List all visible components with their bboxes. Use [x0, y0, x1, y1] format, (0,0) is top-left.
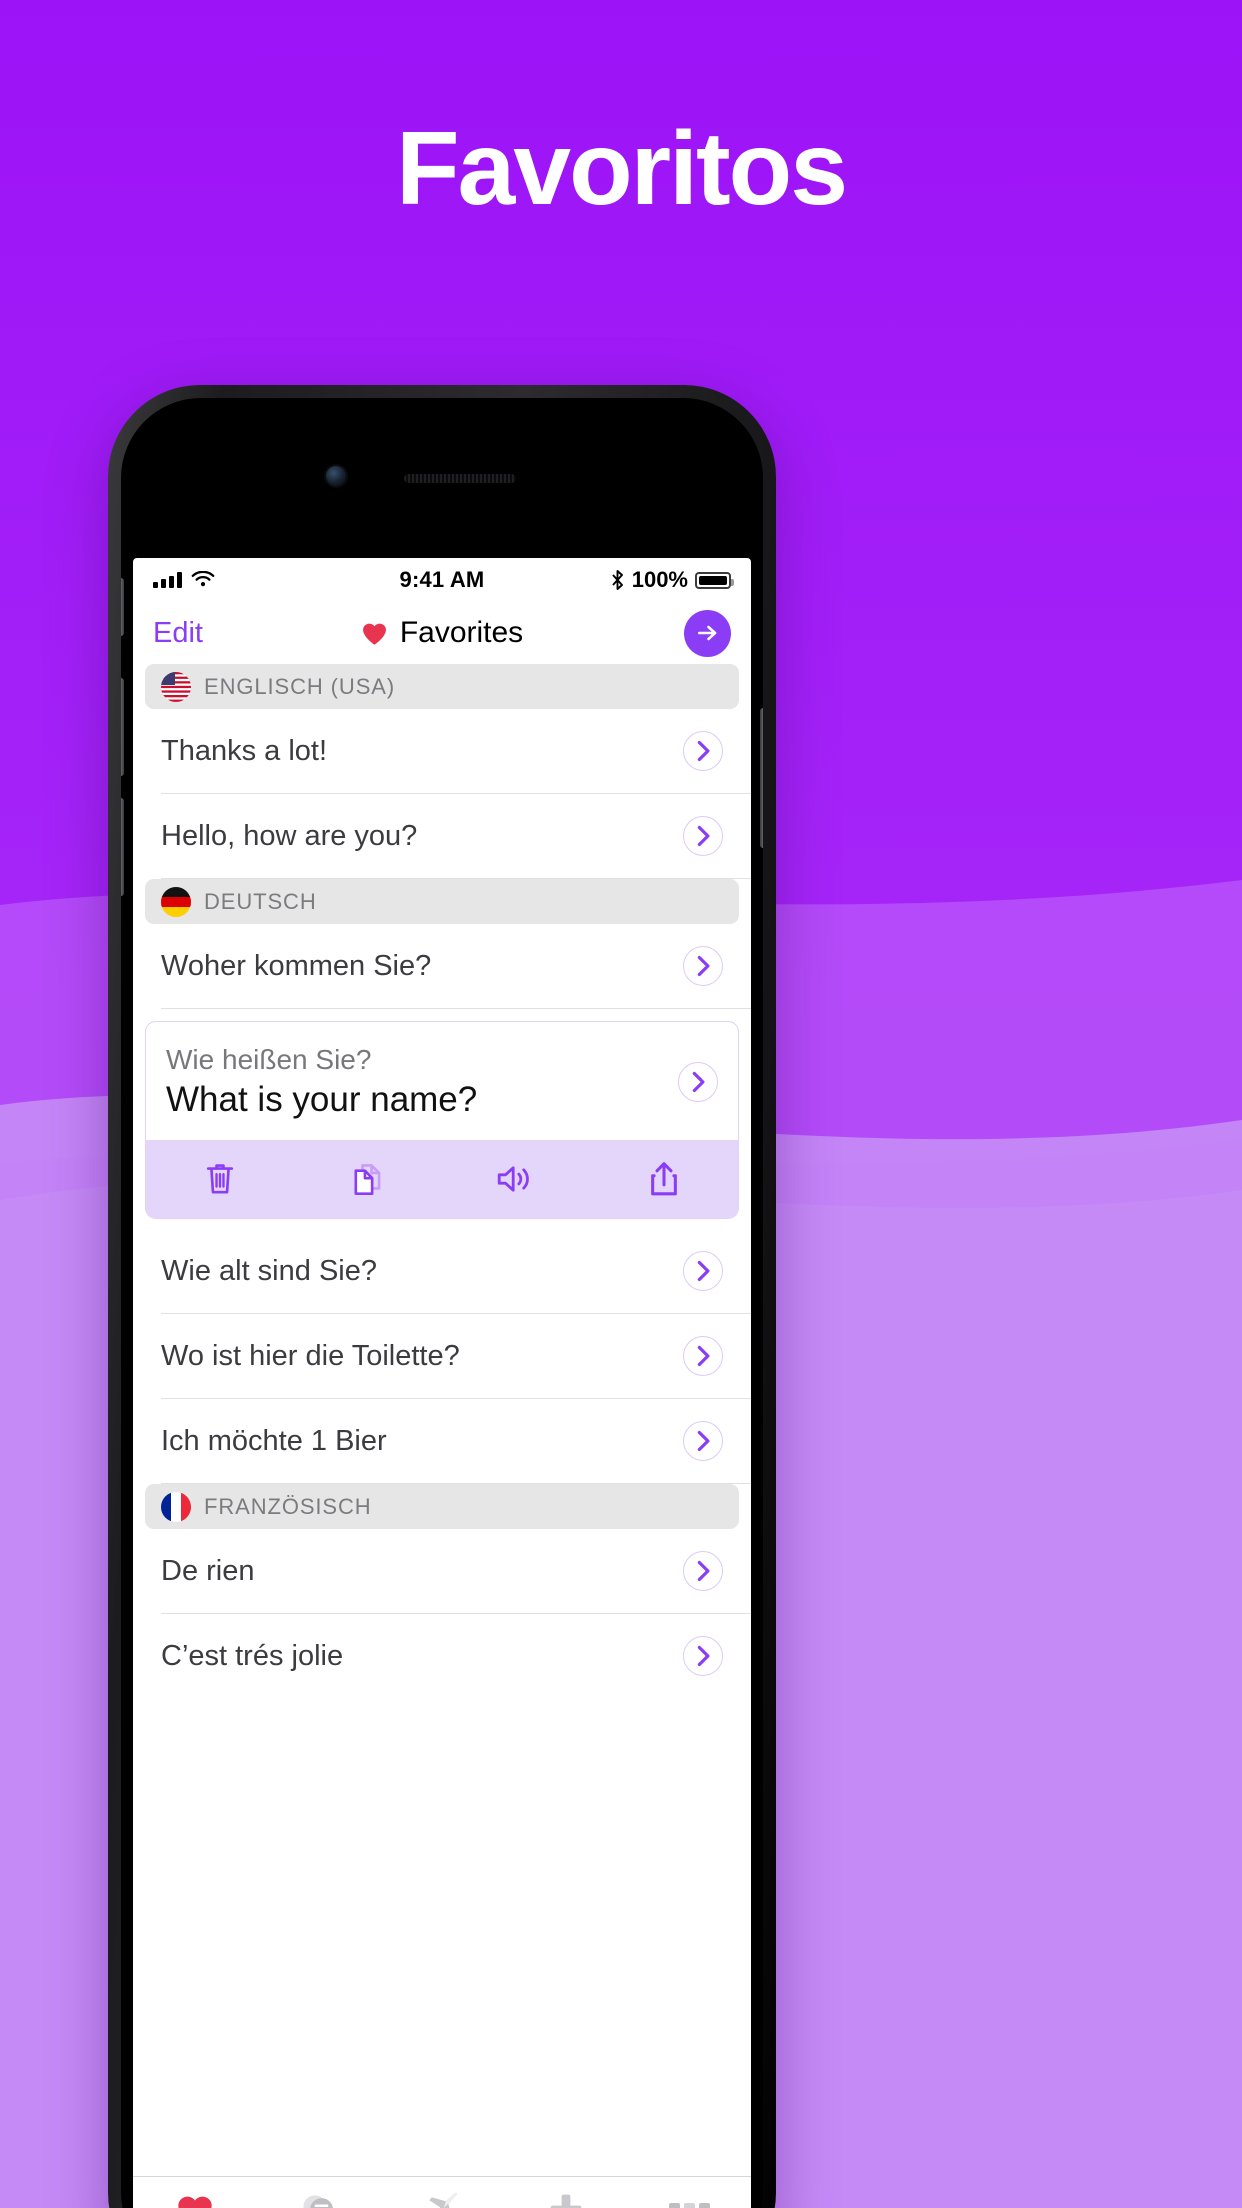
heart-icon [362, 623, 386, 645]
list-item[interactable]: Wo ist hier die Toilette? [161, 1314, 751, 1399]
battery-full-icon [695, 571, 734, 589]
chevron-right-icon[interactable] [683, 816, 723, 856]
share-button[interactable] [590, 1160, 738, 1198]
phone-mockup: 9:41 AM 100% Edit Favorites ENGLISCH (US… [108, 385, 776, 2208]
section-label: FRANZÖSISCH [204, 1493, 372, 1519]
section-header-deutsch: DEUTSCH [145, 879, 739, 924]
section-header-franzoesisch: FRANZÖSISCH [145, 1484, 739, 1529]
chevron-right-icon[interactable] [683, 731, 723, 771]
chevron-right-icon[interactable] [683, 1551, 723, 1591]
phrase-text: De rien [161, 1554, 255, 1587]
expanded-phrase-card: Wie heißen Sie? What is your name? [145, 1021, 739, 1219]
phrase-text: Woher kommen Sie? [161, 949, 432, 982]
section-label: DEUTSCH [204, 888, 317, 914]
card-action-bar [146, 1140, 738, 1218]
copy-button[interactable] [294, 1161, 442, 1197]
tab-more[interactable]: More [627, 2177, 751, 2208]
card-translated-text: What is your name? [166, 1080, 478, 1119]
delete-button[interactable] [146, 1161, 294, 1197]
status-bar: 9:41 AM 100% [133, 558, 751, 602]
speaker-icon [497, 1166, 529, 1192]
plus-icon [547, 2191, 585, 2208]
list-item[interactable]: Wie alt sind Sie? [161, 1229, 751, 1314]
tab-help[interactable]: Help [504, 2177, 628, 2208]
grid-icon [668, 2191, 710, 2208]
phrase-text: Hello, how are you? [161, 819, 418, 852]
phrase-text: Wie alt sind Sie? [161, 1254, 377, 1287]
list-item[interactable]: De rien [161, 1529, 751, 1614]
tab-favorites[interactable]: Favorites [133, 2177, 257, 2208]
status-time: 9:41 AM [399, 567, 485, 592]
trash-icon [206, 1164, 234, 1194]
navigation-bar: Edit Favorites [133, 602, 751, 664]
navbar-title: Favorites [133, 616, 751, 650]
list-item[interactable]: C’est trés jolie [161, 1614, 751, 1698]
earpiece-speaker [404, 474, 516, 483]
chevron-right-icon[interactable] [683, 1421, 723, 1461]
silent-switch[interactable] [121, 578, 124, 636]
list-item[interactable]: Thanks a lot! [161, 709, 751, 794]
share-icon [651, 1162, 677, 1196]
speak-button[interactable] [442, 1162, 590, 1196]
chat-lines-icon [298, 2191, 338, 2208]
phrase-list: ENGLISCH (USA) Thanks a lot! Hello, how … [133, 664, 751, 1698]
page-title: Favoritos [395, 111, 848, 227]
heart-icon [175, 2191, 215, 2208]
tab-travel[interactable]: Travel [380, 2177, 504, 2208]
card-content[interactable]: Wie heißen Sie? What is your name? [146, 1022, 738, 1140]
tab-bar: Favorites Essentials [133, 2176, 751, 2208]
volume-up-button[interactable] [121, 678, 124, 776]
power-button[interactable] [760, 708, 763, 848]
chevron-right-icon[interactable] [683, 1336, 723, 1376]
flag-france-icon [161, 1491, 191, 1522]
chevron-right-icon[interactable] [683, 946, 723, 986]
card-source-text: Wie heißen Sie? [166, 1044, 372, 1075]
tab-essentials[interactable]: Essentials [257, 2177, 381, 2208]
list-item[interactable]: Ich möchte 1 Bier [161, 1399, 751, 1484]
section-header-englisch-usa: ENGLISCH (USA) [145, 664, 739, 709]
section-label: ENGLISCH (USA) [204, 673, 396, 699]
airplane-icon [421, 2191, 463, 2208]
chevron-right-icon[interactable] [678, 1062, 718, 1102]
phrase-text: Wo ist hier die Toilette? [161, 1339, 460, 1372]
copy-icon [354, 1164, 381, 1195]
flag-germany-icon [161, 886, 191, 917]
phrase-text: C’est trés jolie [161, 1639, 344, 1672]
chevron-right-icon[interactable] [683, 1251, 723, 1291]
navbar-title-label: Favorites [399, 616, 524, 649]
front-camera-icon [326, 466, 346, 486]
phrase-text: Ich möchte 1 Bier [161, 1424, 387, 1457]
card-texts: Wie heißen Sie? What is your name? [166, 1044, 678, 1120]
phone-body: 9:41 AM 100% Edit Favorites ENGLISCH (US… [121, 398, 763, 2208]
chevron-right-icon[interactable] [683, 1636, 723, 1676]
volume-down-button[interactable] [121, 798, 124, 896]
flag-usa-icon [161, 671, 191, 702]
phrase-text: Thanks a lot! [161, 734, 328, 767]
list-item[interactable]: Hello, how are you? [161, 794, 751, 879]
phone-screen: 9:41 AM 100% Edit Favorites ENGLISCH (US… [133, 558, 751, 2208]
list-item[interactable]: Woher kommen Sie? [161, 924, 751, 1009]
